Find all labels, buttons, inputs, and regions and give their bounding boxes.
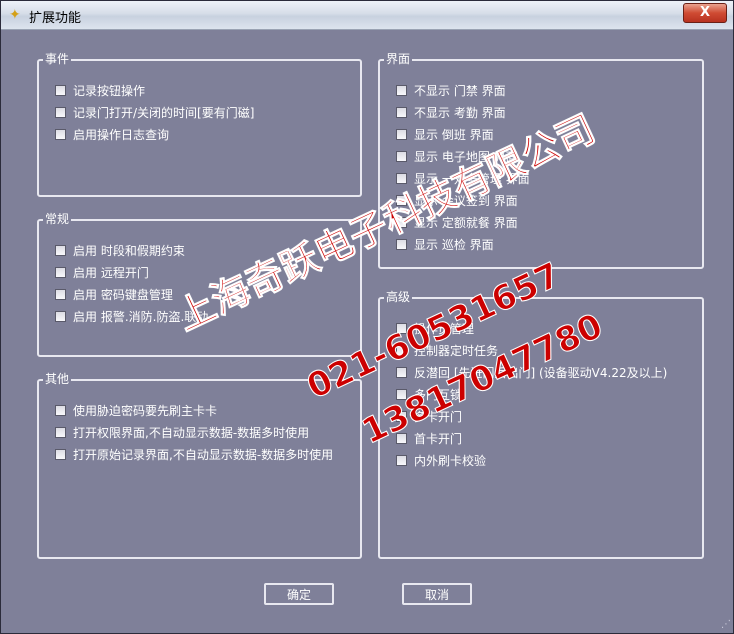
checkbox-box[interactable]: [396, 84, 407, 96]
checkbox-show-meal-quota[interactable]: 显示 定额就餐 界面: [396, 214, 518, 230]
checkbox-first-card-open[interactable]: 首卡开门: [396, 430, 462, 446]
checkbox-show-meeting-signin[interactable]: 显示 会议签到 界面: [396, 192, 518, 208]
checkbox-box[interactable]: [55, 310, 66, 322]
advanced-group-title: 高级: [384, 290, 413, 304]
checkbox-box[interactable]: [396, 410, 407, 422]
checkbox-box[interactable]: [55, 106, 66, 118]
app-icon: ✦: [9, 7, 21, 23]
checkbox-box[interactable]: [396, 454, 407, 466]
checkbox-enable-remote-open[interactable]: 启用 远程开门: [55, 264, 149, 280]
checkbox-box[interactable]: [396, 322, 407, 334]
checkbox-show-one-to-many[interactable]: 显示 一对多管理 界面: [396, 170, 530, 186]
cancel-button[interactable]: 取消: [402, 583, 472, 605]
checkbox-box[interactable]: [55, 404, 66, 416]
ok-button[interactable]: 确定: [264, 583, 334, 605]
checkbox-operator-management[interactable]: 操作员管理: [396, 320, 474, 336]
checkbox-box[interactable]: [55, 244, 66, 256]
checkbox-hide-attendance[interactable]: 不显示 考勤 界面: [396, 104, 506, 120]
general-group: 常规 启用 时段和假期约束 启用 远程开门 启用 密码键盘管理 启用 报警.消防…: [37, 212, 362, 357]
checkbox-anti-passback[interactable]: 反潜回 [先进门后出门] (设备驱动V4.22及以上): [396, 364, 667, 380]
checkbox-hide-access-control[interactable]: 不显示 门禁 界面: [396, 82, 506, 98]
checkbox-raw-records-no-autoload[interactable]: 打开原始记录界面,不自动显示数据-数据多时使用: [55, 446, 333, 462]
checkbox-duress-password-main-card[interactable]: 使用胁迫密码要先刷主卡卡: [55, 402, 217, 418]
checkbox-box[interactable]: [55, 84, 66, 96]
checkbox-box[interactable]: [55, 266, 66, 278]
checkbox-permissions-no-autoload[interactable]: 打开权限界面,不自动显示数据-数据多时使用: [55, 424, 309, 440]
checkbox-box[interactable]: [396, 344, 407, 356]
checkbox-box[interactable]: [396, 194, 407, 206]
close-button[interactable]: X: [683, 3, 727, 23]
checkbox-multi-card-open[interactable]: 多卡开门: [396, 408, 462, 424]
checkbox-show-shift[interactable]: 显示 倒班 界面: [396, 126, 494, 142]
checkbox-box[interactable]: [55, 448, 66, 460]
checkbox-box[interactable]: [55, 426, 66, 438]
checkbox-in-out-card-verify[interactable]: 内外刷卡校验: [396, 452, 486, 468]
checkbox-multi-door-interlock[interactable]: 多门互锁: [396, 386, 462, 402]
other-group: 其他 使用胁迫密码要先刷主卡卡 打开权限界面,不自动显示数据-数据多时使用 打开…: [37, 372, 362, 559]
checkbox-box[interactable]: [396, 128, 407, 140]
checkbox-enable-keypad-management[interactable]: 启用 密码键盘管理: [55, 286, 173, 302]
checkbox-record-door-open-close-time[interactable]: 记录门打开/关闭的时间[要有门磁]: [55, 104, 254, 120]
checkbox-box[interactable]: [396, 366, 407, 378]
title-bar: ✦ 扩展功能 X: [1, 1, 733, 30]
window-title: 扩展功能: [29, 11, 82, 26]
checkbox-show-patrol[interactable]: 显示 巡检 界面: [396, 236, 494, 252]
interface-group-title: 界面: [384, 52, 413, 66]
checkbox-enable-alarm-linkage[interactable]: 启用 报警.消防.防盗.联动: [55, 308, 208, 324]
checkbox-box[interactable]: [396, 172, 407, 184]
interface-group: 界面 不显示 门禁 界面 不显示 考勤 界面 显示 倒班 界面 显示 电子地图 …: [378, 52, 704, 269]
checkbox-box[interactable]: [55, 288, 66, 300]
checkbox-box[interactable]: [396, 106, 407, 118]
extension-settings-window: ✦ 扩展功能 X 事件 记录按钮操作 记录门打开/关闭的时间[要有门磁] 启用操…: [0, 0, 734, 634]
checkbox-box[interactable]: [396, 216, 407, 228]
advanced-group: 高级 操作员管理 控制器定时任务 反潜回 [先进门后出门] (设备驱动V4.22…: [378, 290, 704, 559]
general-group-title: 常规: [43, 212, 72, 226]
events-group: 事件 记录按钮操作 记录门打开/关闭的时间[要有门磁] 启用操作日志查询: [37, 52, 362, 197]
events-group-title: 事件: [43, 52, 72, 66]
resize-grip-icon[interactable]: ⋰: [719, 619, 731, 631]
checkbox-record-button-operations[interactable]: 记录按钮操作: [55, 82, 145, 98]
checkbox-box[interactable]: [396, 150, 407, 162]
checkbox-enable-time-holiday-constraints[interactable]: 启用 时段和假期约束: [55, 242, 185, 258]
checkbox-box[interactable]: [396, 388, 407, 400]
checkbox-box[interactable]: [55, 128, 66, 140]
other-group-title: 其他: [43, 372, 72, 386]
checkbox-enable-operation-log-query[interactable]: 启用操作日志查询: [55, 126, 169, 142]
checkbox-controller-scheduled-tasks[interactable]: 控制器定时任务: [396, 342, 498, 358]
checkbox-box[interactable]: [396, 432, 407, 444]
checkbox-box[interactable]: [396, 238, 407, 250]
checkbox-show-e-map[interactable]: 显示 电子地图 界面: [396, 148, 518, 164]
